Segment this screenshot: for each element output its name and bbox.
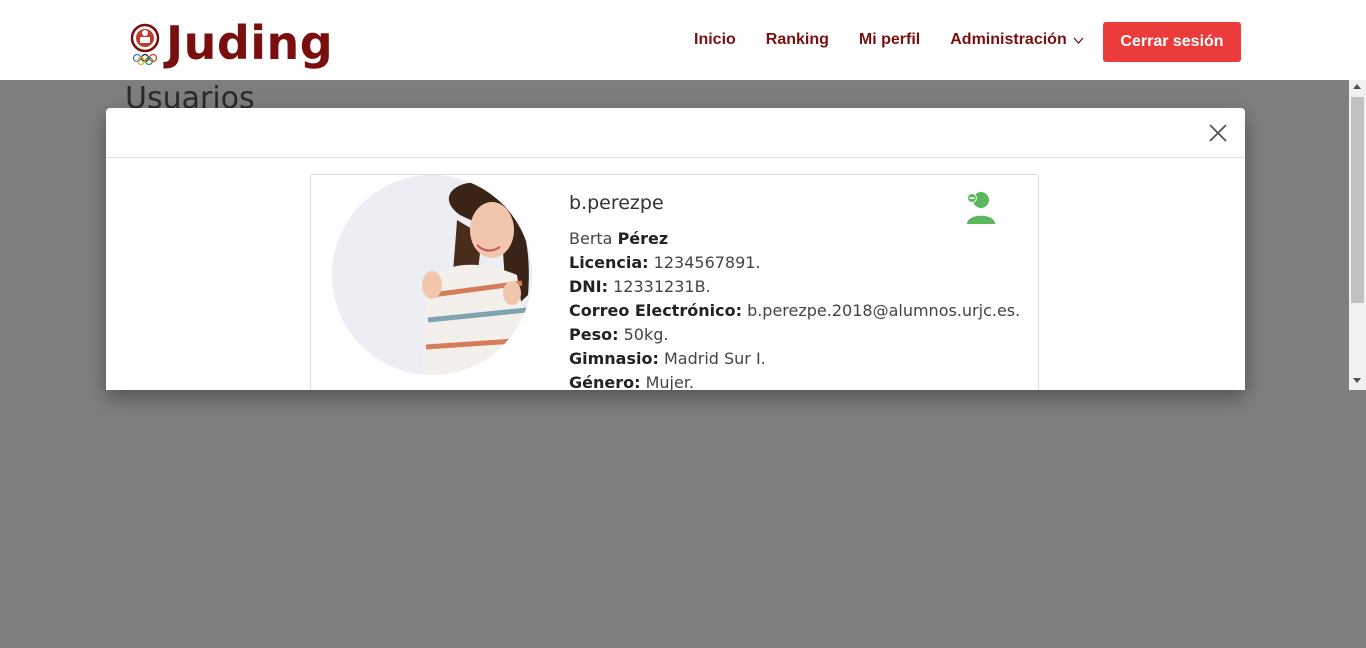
last-name: Pérez [617, 229, 669, 248]
field-label: Gimnasio: [569, 349, 659, 368]
scrollbar-thumb[interactable] [1351, 97, 1364, 303]
field-value: 12331231B. [613, 277, 711, 296]
close-icon[interactable] [1207, 122, 1229, 144]
nav-item-inicio[interactable]: Inicio [694, 31, 736, 49]
nav-item-ranking[interactable]: Ranking [766, 31, 829, 49]
field-label: Correo Electrónico: [569, 301, 742, 320]
field-peso: Peso: 50kg. [569, 323, 1020, 347]
logout-button[interactable]: Cerrar sesión [1103, 22, 1241, 62]
field-value: Madrid Sur I. [663, 349, 766, 368]
judo-emblem-icon [130, 23, 160, 66]
first-name: Berta [569, 229, 613, 248]
avatar [332, 175, 532, 375]
field-gimnasio: Gimnasio: Madrid Sur I. [569, 347, 1020, 371]
chevron-down-icon [1073, 37, 1084, 44]
full-name: Berta Pérez [569, 227, 1020, 251]
field-value: Mujer. [645, 373, 695, 390]
field-value: b.perezpe.2018@alumnos.urjc.es. [747, 301, 1021, 320]
user-info: b.perezpe Berta Pérez Licencia: 12345678… [569, 191, 1020, 390]
user-card: b.perezpe Berta Pérez Licencia: 12345678… [310, 174, 1039, 390]
field-label: DNI: [569, 277, 609, 296]
field-correo: Correo Electrónico: b.perezpe.2018@alumn… [569, 299, 1020, 323]
nav-dropdown-administracion[interactable]: Administración [950, 31, 1084, 49]
brand-name: Juding [166, 16, 334, 70]
field-value: 1234567891. [653, 253, 761, 272]
field-value: 50kg. [623, 325, 669, 344]
username: b.perezpe [569, 192, 664, 214]
user-detail-modal: b.perezpe Berta Pérez Licencia: 12345678… [106, 108, 1245, 390]
field-label: Peso: [569, 325, 619, 344]
nav-links: Inicio Ranking Mi perfil Administración [694, 31, 1084, 49]
field-label: Licencia: [569, 253, 649, 272]
field-licencia: Licencia: 1234567891. [569, 251, 1020, 275]
field-genero: Género: Mujer. [569, 371, 1020, 390]
nav-dropdown-label: Administración [950, 31, 1067, 48]
field-dni: DNI: 12331231B. [569, 275, 1020, 299]
nav-item-mi-perfil[interactable]: Mi perfil [859, 31, 920, 49]
page-scrollbar[interactable] [1349, 80, 1366, 390]
user-photo [332, 175, 532, 375]
modal-header [106, 108, 1245, 158]
brand-logo[interactable]: Juding [128, 18, 333, 68]
user-remove-icon[interactable] [965, 189, 997, 225]
scroll-up-icon[interactable] [1353, 84, 1361, 89]
field-label: Género: [569, 373, 641, 390]
navbar: Juding Inicio Ranking Mi perfil Administ… [0, 0, 1366, 80]
scroll-down-icon[interactable] [1353, 378, 1361, 383]
